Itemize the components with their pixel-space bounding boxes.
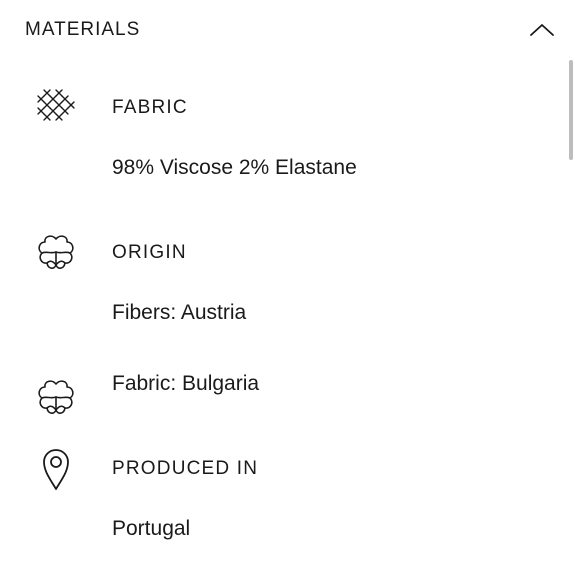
cotton-icon (34, 375, 78, 419)
chevron-up-icon[interactable] (529, 22, 555, 38)
origin-fabric: Fabric: Bulgaria (112, 372, 260, 395)
scrollbar[interactable] (569, 60, 573, 160)
fabric-label: FABRIC (112, 97, 188, 118)
fabric-value: 98% Viscose 2% Elastane (112, 156, 357, 179)
materials-header[interactable]: MATERIALS (25, 16, 555, 44)
section-title: MATERIALS (25, 19, 141, 40)
cotton-icon (34, 230, 78, 274)
origin-label: ORIGIN (112, 242, 187, 263)
weave-icon (34, 84, 78, 128)
materials-panel: MATERIALS FABRIC 98% Viscose 2% Elastane… (0, 0, 580, 580)
produced-label: PRODUCED IN (112, 458, 259, 479)
produced-value: Portugal (112, 517, 191, 540)
location-pin-icon (34, 447, 78, 491)
origin-fibers: Fibers: Austria (112, 301, 247, 324)
